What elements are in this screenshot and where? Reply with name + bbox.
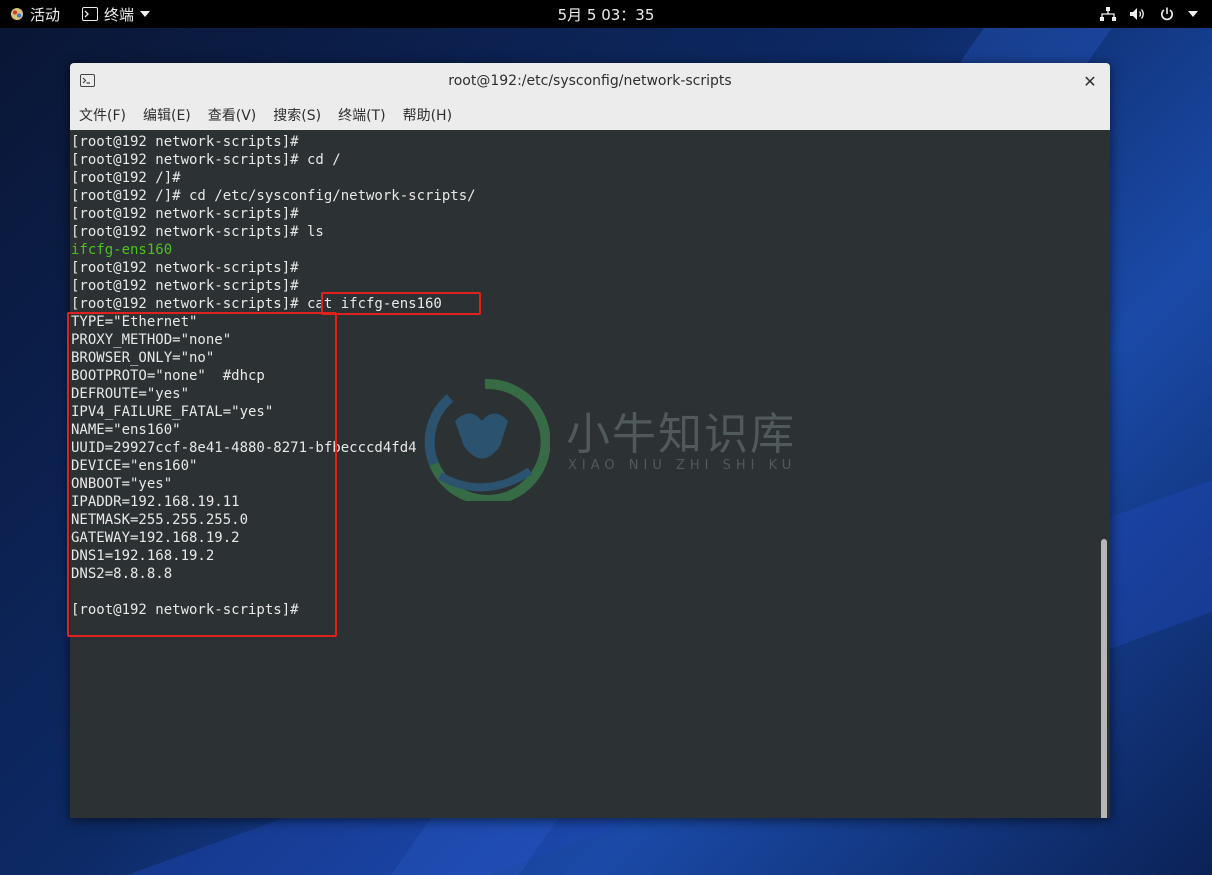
activities-icon	[10, 7, 24, 21]
network-icon	[1100, 7, 1116, 21]
activities-label: 活动	[30, 5, 61, 24]
menu-edit[interactable]: 编辑(E)	[135, 105, 199, 125]
activities-button[interactable]: 活动	[10, 0, 60, 28]
terminal-line: [root@192 network-scripts]#	[71, 134, 299, 150]
power-icon	[1160, 7, 1174, 21]
top-bar: 活动 终端 5月 5 03：35	[0, 0, 1212, 28]
dropdown-icon	[140, 11, 151, 17]
close-button[interactable]: ✕	[1080, 71, 1100, 91]
highlight-box-command	[321, 292, 481, 315]
terminal-line: [root@192 /]# cd /etc/sysconfig/network-…	[71, 188, 476, 204]
system-tray[interactable]	[1100, 0, 1198, 28]
dropdown-icon	[1188, 11, 1198, 17]
menu-help[interactable]: 帮助(H)	[395, 105, 460, 125]
window-title: root@192:/etc/sysconfig/network-scripts	[448, 73, 732, 89]
terminal-line: [root@192 network-scripts]# ls	[71, 224, 324, 240]
terminal-line: [root@192 network-scripts]#	[71, 206, 299, 222]
clock-area: 5月 5 03：35	[0, 0, 1212, 28]
watermark: 小牛知识库 XIAO NIU ZHI SHI KU	[420, 376, 800, 505]
app-menu-button[interactable]: 终端	[82, 0, 151, 28]
watermark-text: 小牛知识库	[566, 409, 796, 460]
watermark-logo-icon	[424, 378, 551, 505]
scrollbar[interactable]	[1098, 131, 1110, 818]
menu-terminal[interactable]: 终端(T)	[330, 105, 393, 125]
clock[interactable]: 5月 5 03：35	[558, 4, 655, 25]
menu-view[interactable]: 查看(V)	[200, 105, 265, 125]
terminal-line: [root@192 network-scripts]# cd /	[71, 152, 341, 168]
terminal-line: [root@192 network-scripts]#	[71, 260, 299, 276]
terminal-icon	[82, 7, 98, 21]
app-name-label: 终端	[104, 5, 135, 24]
watermark-subtext: XIAO NIU ZHI SHI KU	[568, 458, 797, 473]
highlight-box-output	[67, 312, 337, 637]
menu-bar: 文件(F) 编辑(E) 查看(V) 搜索(S) 终端(T) 帮助(H)	[70, 99, 1110, 130]
menu-search[interactable]: 搜索(S)	[265, 105, 329, 125]
terminal-line: ifcfg-ens160	[71, 242, 173, 258]
scrollbar-thumb[interactable]	[1101, 539, 1107, 818]
window-titlebar[interactable]: root@192:/etc/sysconfig/network-scripts …	[70, 63, 1110, 100]
terminal-line: [root@192 /]#	[71, 170, 181, 186]
menu-file[interactable]: 文件(F)	[71, 105, 134, 125]
close-icon: ✕	[1083, 71, 1097, 91]
volume-icon	[1130, 7, 1146, 21]
